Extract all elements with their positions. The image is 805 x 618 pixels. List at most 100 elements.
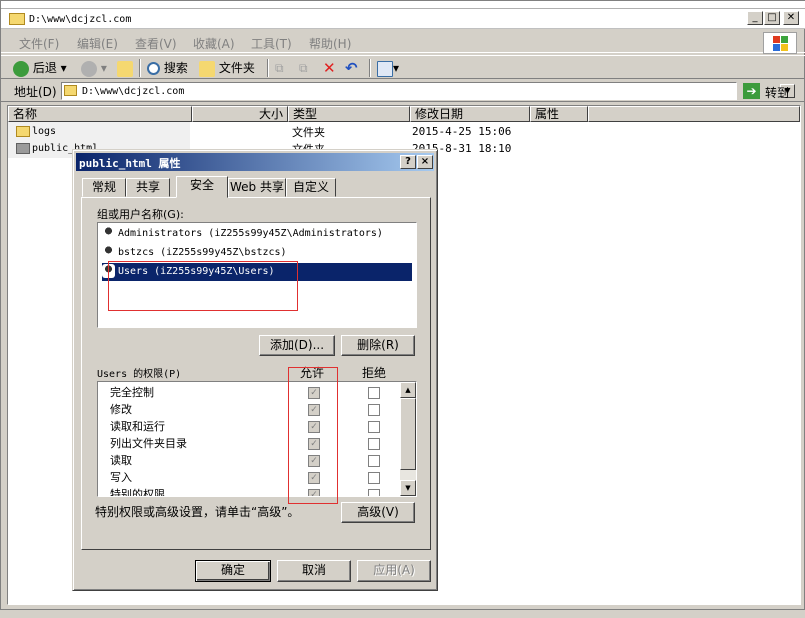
folder-icon (16, 142, 30, 154)
user-name: Administrators (iZ255s99y45Z\Administrat… (118, 228, 383, 239)
tab-web-sharing[interactable]: Web 共享 (228, 178, 286, 197)
back-arrow-icon (13, 60, 29, 77)
tab-general[interactable]: 常规 (82, 178, 126, 197)
permissions-scrollbar[interactable]: ▲ ▼ (400, 382, 416, 496)
folder-icon (9, 13, 25, 25)
go-button[interactable]: ➔ 转到 (741, 81, 801, 101)
back-label: 后退 (32, 61, 57, 75)
allow-checkbox[interactable]: ✓ (308, 455, 320, 467)
back-button[interactable]: 后退 ▾ (13, 59, 67, 77)
properties-dialog: public_html 属性 ? × 常规 共享 安全 Web 共享 自定义 组… (72, 149, 438, 591)
scroll-down-button[interactable]: ▼ (400, 480, 416, 496)
cancel-button[interactable]: 取消 (277, 560, 351, 582)
list-item[interactable]: bstzcs (iZ255s99y45Z\bstzcs) (102, 244, 412, 262)
permission-name: 读取和运行 (110, 420, 165, 433)
menu-tools[interactable]: 工具(T) (251, 35, 292, 52)
menu-file[interactable]: 文件(F) (19, 35, 59, 52)
minimize-button[interactable]: _ (747, 11, 763, 25)
add-user-button[interactable]: 添加(D)... (259, 335, 335, 356)
advanced-button[interactable]: 高级(V) (341, 502, 415, 523)
folders-button[interactable]: 文件夹 (199, 59, 255, 77)
allow-checkbox[interactable]: ✓ (308, 421, 320, 433)
menu-view[interactable]: 查看(V) (135, 35, 177, 52)
permissions-list: 完全控制 修改 读取和运行 列出文件夹目录 读取 写入 特别的权限 ✓ ✓ ✓ … (97, 381, 417, 497)
deny-checkbox[interactable] (368, 404, 380, 416)
user-name: Users (iZ255s99y45Z\Users) (118, 266, 275, 277)
tab-sharing[interactable]: 共享 (126, 178, 170, 197)
windows-logo-icon (763, 32, 797, 54)
deny-checkbox[interactable] (368, 438, 380, 450)
menu-favorites[interactable]: 收藏(A) (193, 35, 235, 52)
allow-checkbox[interactable]: ✓ (308, 404, 320, 416)
users-group-icon (102, 264, 115, 278)
remove-user-button[interactable]: 删除(R) (341, 335, 415, 356)
address-value: D:\www\dcjzcl.com (82, 86, 185, 97)
address-input[interactable]: D:\www\dcjzcl.com ▼ (61, 82, 795, 100)
allow-checkbox[interactable]: ✓ (308, 438, 320, 450)
advanced-hint: 特别权限或高级设置，请单击“高级”。 (95, 505, 300, 519)
scroll-up-button[interactable]: ▲ (400, 382, 416, 398)
folders-label: 文件夹 (218, 61, 255, 75)
permission-name: 列出文件夹目录 (110, 437, 187, 450)
group-label: 组或用户名称(G): (97, 208, 184, 221)
close-window-button[interactable]: ✕ (783, 11, 799, 25)
views-button[interactable]: ▾ (377, 59, 399, 77)
window-title: D:\www\dcjzcl.com (29, 14, 132, 25)
maximize-button[interactable]: □ (764, 11, 780, 25)
deny-checkbox[interactable] (368, 489, 380, 496)
search-button[interactable]: 搜索 (147, 59, 188, 77)
ok-button[interactable]: 确定 (195, 560, 271, 582)
dialog-title: public_html 属性 (79, 157, 181, 170)
column-type[interactable]: 类型 (288, 106, 410, 122)
list-item[interactable]: logs 文件夹 2015-4-25 15:06 (8, 123, 798, 139)
column-attributes[interactable]: 属性 (530, 106, 588, 122)
search-label: 搜索 (163, 61, 188, 75)
item-name: logs (32, 126, 57, 137)
users-list[interactable]: Administrators (iZ255s99y45Z\Administrat… (97, 222, 417, 328)
menu-bar: 文件(F) 编辑(E) 查看(V) 收藏(A) 工具(T) 帮助(H) (1, 31, 805, 53)
apply-button[interactable]: 应用(A) (357, 560, 431, 582)
forward-button[interactable]: ▾ (81, 59, 107, 77)
permission-name: 写入 (110, 471, 132, 484)
views-icon (377, 60, 393, 77)
menu-edit[interactable]: 编辑(E) (77, 35, 118, 52)
allow-checkbox[interactable]: ✓ (308, 387, 320, 399)
copy-to-button[interactable]: ⧉ (299, 59, 308, 77)
list-item-selected[interactable]: Users (iZ255s99y45Z\Users) (102, 263, 412, 281)
item-modified: 2015-4-25 15:06 (412, 125, 512, 138)
delete-button[interactable]: ✕ (323, 59, 336, 77)
deny-checkbox[interactable] (368, 421, 380, 433)
deny-header: 拒绝 (362, 366, 387, 380)
tab-security[interactable]: 安全 (176, 176, 228, 198)
column-size[interactable]: 大小 (192, 106, 288, 122)
up-folder-button[interactable] (117, 59, 133, 77)
search-icon (147, 62, 160, 75)
deny-checkbox[interactable] (368, 455, 380, 467)
permission-row: 读取 (110, 452, 400, 469)
permission-row: 修改 (110, 401, 400, 418)
undo-button[interactable]: ↶ (345, 59, 358, 77)
toolbar-separator (267, 59, 269, 77)
go-label: 转到 (765, 86, 790, 100)
dialog-title-bar: public_html 属性 ? × (76, 153, 434, 171)
column-modified[interactable]: 修改日期 (410, 106, 530, 122)
tab-customize[interactable]: 自定义 (286, 178, 336, 197)
allow-checkbox[interactable]: ✓ (308, 472, 320, 484)
deny-checkbox[interactable] (368, 472, 380, 484)
folder-icon (16, 125, 30, 137)
toolbar-separator (139, 59, 141, 77)
deny-checkbox[interactable] (368, 387, 380, 399)
allow-checkbox[interactable]: ✓ (308, 489, 320, 496)
background-window-strip (1, 1, 805, 9)
scroll-thumb[interactable] (400, 398, 416, 470)
permission-name: 特别的权限 (110, 488, 165, 497)
help-button[interactable]: ? (400, 155, 416, 169)
list-item[interactable]: Administrators (iZ255s99y45Z\Administrat… (102, 225, 412, 243)
dialog-close-button[interactable]: × (417, 155, 433, 169)
permission-name: 修改 (110, 403, 132, 416)
menu-help[interactable]: 帮助(H) (309, 35, 351, 52)
move-to-button[interactable]: ⧉ (275, 59, 284, 77)
permission-row: 列出文件夹目录 (110, 435, 400, 452)
user-name: bstzcs (iZ255s99y45Z\bstzcs) (118, 247, 287, 258)
column-name[interactable]: 名称 (8, 106, 192, 122)
